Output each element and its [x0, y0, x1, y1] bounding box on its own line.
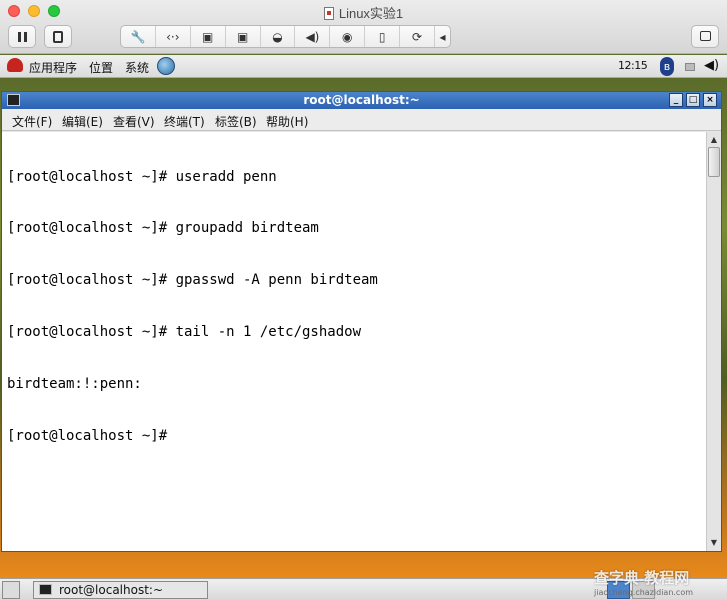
sound-icon[interactable]: ◀)	[295, 26, 331, 47]
bluetooth-icon[interactable]: ʙ	[660, 57, 674, 76]
menu-terminal[interactable]: 终端(T)	[164, 113, 205, 130]
show-desktop-button[interactable]	[2, 581, 20, 599]
terminal-window: root@localhost:~ _ □ × 文件(F) 编辑(E) 查看(V)…	[1, 91, 722, 552]
terminal-window-icon[interactable]	[7, 94, 20, 106]
arrow-left-icon[interactable]: ◂	[435, 26, 450, 47]
browser-launcher-icon[interactable]	[157, 57, 175, 75]
applications-menu[interactable]: 应用程序	[29, 59, 77, 76]
scroll-down-arrow-icon[interactable]: ▼	[708, 537, 720, 549]
system-menu[interactable]: 系统	[125, 59, 149, 76]
terminal-line: birdteam:!:penn:	[7, 376, 142, 393]
scroll-up-arrow-icon[interactable]: ▲	[708, 134, 720, 146]
watermark-title: 查字典 教程网	[594, 569, 690, 587]
maximize-button[interactable]: □	[686, 93, 700, 107]
vm-titlebar: Linux实验1 🔧 ‹·› ▣ ▣ ◒ ◀) ◉ ▯ ⟳ ◂	[0, 0, 727, 54]
close-button[interactable]: ×	[703, 93, 717, 107]
vertical-scrollbar[interactable]: ▲ ▼	[706, 132, 721, 551]
terminal-window-icon	[39, 584, 52, 595]
terminal-line: [root@localhost ~]# groupadd birdteam	[7, 220, 319, 237]
terminal-title: root@localhost:~	[303, 93, 420, 107]
cd-icon[interactable]: ◉	[330, 26, 366, 47]
taskbar-terminal-item[interactable]: root@localhost:~	[33, 581, 208, 599]
menu-tabs[interactable]: 标签(B)	[215, 113, 257, 130]
terminal-prompt: [root@localhost ~]#	[7, 428, 168, 445]
volume-icon[interactable]: ◀)	[704, 58, 719, 73]
redhat-logo-icon	[7, 58, 23, 72]
snapshot-button[interactable]	[44, 25, 72, 48]
fullscreen-button[interactable]	[691, 25, 719, 48]
vm-device-toolbar: 🔧 ‹·› ▣ ▣ ◒ ◀) ◉ ▯ ⟳ ◂	[120, 25, 451, 48]
snapshot-icon	[53, 31, 63, 43]
places-menu[interactable]: 位置	[89, 59, 113, 76]
disk-icon[interactable]: ▣	[226, 26, 261, 47]
minimize-button[interactable]: _	[669, 93, 683, 107]
guest-top-panel: 应用程序 位置 系统 12:15 ʙ ◀)	[0, 55, 727, 78]
terminal-line: [root@localhost ~]# useradd penn	[7, 168, 277, 185]
hdd-icon[interactable]: ◒	[261, 26, 296, 47]
taskbar-item-label: root@localhost:~	[59, 583, 164, 597]
pause-button[interactable]	[8, 25, 36, 48]
terminal-line: [root@localhost ~]# tail -n 1 /etc/gshad…	[7, 324, 362, 341]
vm-document-icon	[323, 7, 334, 20]
watermark-url: jiaocheng.chazidian.com	[594, 588, 694, 597]
terminal-line: [root@localhost ~]# gpasswd -A penn bird…	[7, 272, 378, 289]
menu-view[interactable]: 查看(V)	[113, 113, 155, 130]
menu-file[interactable]: 文件(F)	[12, 113, 52, 130]
terminal-titlebar[interactable]: root@localhost:~ _ □ ×	[2, 92, 721, 109]
menu-edit[interactable]: 编辑(E)	[62, 113, 103, 130]
usb-icon[interactable]: ▯	[365, 26, 401, 47]
refresh-icon[interactable]: ⟳	[400, 26, 436, 47]
clock[interactable]: 12:15	[618, 59, 648, 72]
terminal-output[interactable]: [root@localhost ~]# useradd penn [root@l…	[2, 132, 706, 551]
disk-icon[interactable]: ▣	[191, 26, 226, 47]
wrench-icon[interactable]: 🔧	[121, 26, 156, 47]
vm-window-title: Linux实验1	[0, 3, 727, 22]
menu-help[interactable]: 帮助(H)	[266, 113, 308, 130]
terminal-menubar: 文件(F) 编辑(E) 查看(V) 终端(T) 标签(B) 帮助(H)	[2, 109, 721, 131]
battery-icon[interactable]	[685, 63, 695, 71]
network-icon[interactable]: ‹·›	[156, 26, 191, 47]
fullscreen-icon	[700, 31, 711, 41]
watermark: 查字典 教程网 jiaocheng.chazidian.com	[594, 567, 693, 597]
vm-title-text: Linux实验1	[338, 6, 404, 21]
scrollbar-thumb[interactable]	[708, 147, 720, 177]
